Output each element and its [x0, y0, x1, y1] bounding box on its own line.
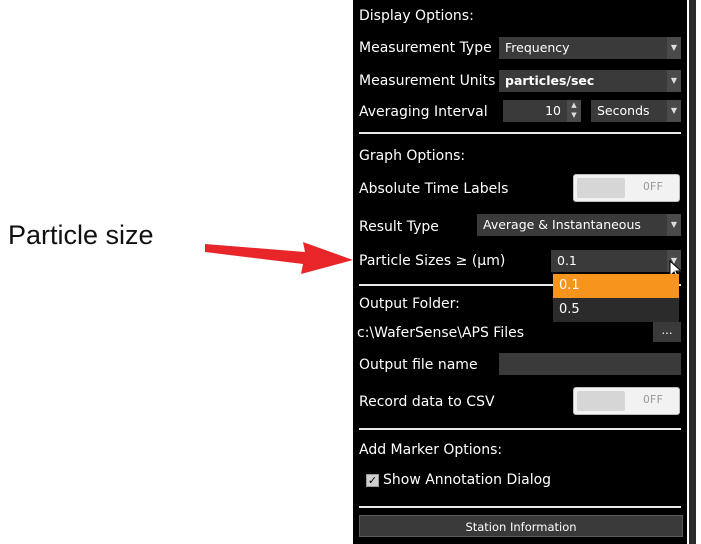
measurement-type-select[interactable]: Frequency ▼	[499, 37, 681, 59]
result-type-select[interactable]: Average & Instantaneous ▼	[477, 214, 681, 236]
marker-options-header: Add Marker Options:	[359, 442, 503, 458]
show-annotation-checkbox[interactable]: ✓	[366, 474, 379, 487]
dropdown-option-0.1[interactable]: 0.1	[553, 274, 679, 298]
averaging-unit-select[interactable]: Seconds ▼	[591, 100, 681, 122]
browse-button[interactable]: ...	[653, 322, 681, 342]
output-folder-path: c:\WaferSense\APS Files	[357, 325, 525, 341]
record-csv-label: Record data to CSV	[359, 394, 495, 410]
options-panel: Display Options: Measurement Type Freque…	[353, 0, 687, 544]
averaging-unit-value: Seconds	[597, 103, 650, 118]
chevron-down-icon: ▼	[667, 100, 681, 122]
separator	[359, 428, 681, 430]
display-options-header: Display Options:	[359, 8, 474, 24]
toggle-knob	[577, 178, 625, 198]
graph-options-header: Graph Options:	[359, 148, 466, 164]
particle-sizes-value: 0.1	[557, 253, 577, 268]
show-annotation-label: Show Annotation Dialog	[383, 472, 552, 488]
scrollbar-track[interactable]	[689, 0, 696, 544]
toggle-state: OFF	[643, 393, 663, 406]
chevron-down-icon: ▼	[667, 214, 681, 236]
stepper-arrows-icon[interactable]: ▲ ▼	[567, 100, 581, 122]
annotation-arrow	[205, 242, 353, 274]
averaging-interval-stepper[interactable]: 10 ▲ ▼	[503, 100, 581, 122]
separator	[359, 132, 681, 134]
measurement-type-label: Measurement Type	[359, 40, 492, 56]
measurement-type-value: Frequency	[505, 40, 570, 55]
output-folder-header: Output Folder:	[359, 296, 460, 312]
particle-sizes-label: Particle Sizes ≥ (µm)	[359, 253, 506, 269]
scrollbar[interactable]	[687, 0, 701, 544]
result-type-value: Average & Instantaneous	[483, 217, 641, 232]
measurement-units-value: particles/sec	[505, 73, 595, 88]
chevron-down-icon: ▼	[667, 37, 681, 59]
absolute-time-label: Absolute Time Labels	[359, 181, 509, 197]
result-type-label: Result Type	[359, 219, 439, 235]
absolute-time-toggle[interactable]: OFF	[573, 174, 680, 202]
particle-sizes-select[interactable]: 0.1 ▼	[551, 250, 681, 272]
chevron-down-icon: ▼	[667, 70, 681, 92]
measurement-units-label: Measurement Units	[359, 73, 496, 89]
dropdown-option-0.5[interactable]: 0.5	[553, 298, 679, 322]
averaging-interval-value: 10	[545, 103, 561, 118]
separator	[359, 506, 681, 508]
record-csv-toggle[interactable]: OFF	[573, 387, 680, 415]
annotation-label: Particle size	[8, 220, 154, 250]
station-information-button[interactable]: Station Information	[359, 515, 683, 537]
averaging-interval-label: Averaging Interval	[359, 104, 488, 120]
measurement-units-select[interactable]: particles/sec ▼	[499, 70, 681, 92]
toggle-knob	[577, 391, 625, 411]
toggle-state: OFF	[643, 180, 663, 193]
output-file-name-input[interactable]	[499, 353, 681, 375]
checkmark-icon: ✓	[367, 474, 378, 487]
output-file-name-label: Output file name	[359, 357, 478, 373]
